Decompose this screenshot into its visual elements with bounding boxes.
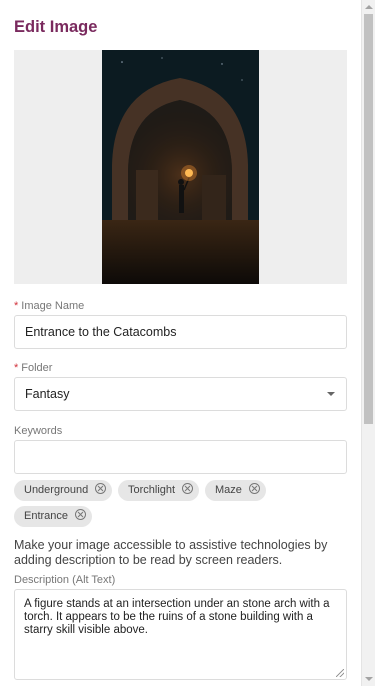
vertical-scrollbar[interactable] bbox=[361, 0, 375, 686]
folder-label: * Folder bbox=[14, 362, 52, 374]
edit-image-form: Edit Image * Image Name Entrance to the … bbox=[0, 0, 361, 686]
description-text: A figure stands at an intersection under… bbox=[24, 598, 330, 636]
keyword-tag: Torchlight bbox=[118, 480, 200, 501]
folder-select[interactable]: Fantasy bbox=[14, 377, 347, 411]
image-name-input[interactable]: Entrance to the Catacombs bbox=[14, 315, 347, 349]
keyword-tag-label: Underground bbox=[24, 484, 89, 496]
accessibility-help-text: Make your image accessible to assistive … bbox=[14, 538, 328, 567]
image-preview-panel bbox=[14, 50, 347, 284]
keyword-tag-label: Entrance bbox=[24, 510, 69, 522]
keyword-tag-label: Maze bbox=[215, 484, 242, 496]
folder-label-text: Folder bbox=[21, 362, 53, 374]
chevron-down-icon bbox=[327, 392, 335, 396]
remove-tag-icon[interactable] bbox=[75, 509, 87, 520]
required-marker: * bbox=[14, 362, 19, 374]
keywords-input[interactable] bbox=[14, 440, 347, 474]
image-preview bbox=[102, 50, 259, 284]
keyword-tag: Entrance bbox=[14, 506, 93, 527]
page-title: Edit Image bbox=[14, 18, 98, 36]
description-textarea[interactable]: A figure stands at an intersection under… bbox=[14, 589, 347, 680]
keyword-tag: Maze bbox=[205, 480, 266, 501]
required-marker: * bbox=[14, 300, 19, 312]
image-name-label: * Image Name bbox=[14, 300, 84, 312]
keywords-label: Keywords bbox=[14, 425, 63, 437]
scroll-thumb[interactable] bbox=[364, 14, 373, 424]
remove-tag-icon[interactable] bbox=[248, 483, 260, 494]
remove-tag-icon[interactable] bbox=[95, 483, 107, 494]
scroll-up-arrow-icon[interactable] bbox=[365, 5, 373, 9]
keyword-tag: Underground bbox=[14, 480, 113, 501]
resize-handle-icon[interactable] bbox=[336, 669, 344, 677]
keyword-tag-label: Torchlight bbox=[128, 484, 176, 496]
image-name-label-text: Image Name bbox=[21, 300, 85, 312]
description-label: Description (Alt Text) bbox=[14, 574, 116, 586]
folder-selected-value: Fantasy bbox=[25, 387, 70, 401]
scroll-down-arrow-icon[interactable] bbox=[365, 677, 373, 681]
remove-tag-icon[interactable] bbox=[182, 483, 194, 494]
